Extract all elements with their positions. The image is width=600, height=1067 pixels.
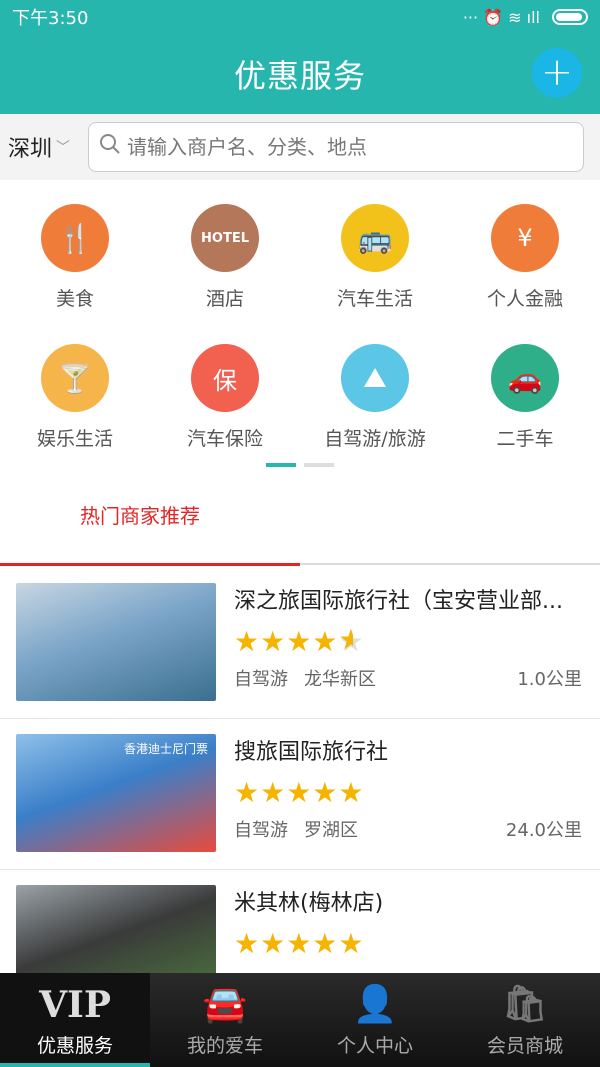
tab-hot-merchants[interactable]: 热门商家推荐: [80, 500, 200, 529]
shopping-bag-icon: 🛍: [502, 983, 548, 1025]
star-icon: ★★★★★: [234, 776, 365, 809]
tab-shopping-bag[interactable]: 🛍 会员商城: [450, 973, 600, 1067]
merchant-distance: 1.0公里: [517, 669, 582, 690]
section-underline: [0, 563, 600, 566]
search-icon: [99, 133, 121, 161]
category-item[interactable]: ⛰ 自驾游/旅游: [300, 330, 450, 454]
status-time: 下午3:50: [12, 8, 89, 29]
status-bar: 下午3:50 ··· ⏰ ≋ ıll: [0, 0, 600, 34]
search-row: 深圳 ﹀: [0, 114, 600, 180]
tab-car[interactable]: 🚘 我的爱车: [150, 973, 300, 1067]
merchant-category: 自驾游: [234, 669, 288, 690]
merchant-name: 深之旅国际旅行社（宝安营业部...: [234, 589, 563, 614]
category-item[interactable]: 🍴 美食: [0, 190, 150, 314]
tab-label: 优惠服务: [36, 1034, 113, 1057]
merchant-list: 深之旅国际旅行社（宝安营业部...★★★★★自驾游龙华新区1.0公里香港迪士尼门…: [0, 568, 600, 1021]
category-label: 娱乐生活: [36, 428, 113, 450]
star-rating: ★★★★★: [234, 778, 600, 808]
half-star-icon: ★: [338, 625, 364, 658]
merchant-row[interactable]: 香港迪士尼门票 搜旅国际旅行社 ★★★★★ 自驾游 罗湖区 24.0公里: [0, 719, 600, 870]
merchant-meta: 自驾游 龙华新区 1.0公里: [234, 665, 582, 691]
status-icons-text: ··· ⏰ ≋ ıll: [462, 7, 540, 27]
merchant-thumbnail: 香港迪士尼门票: [16, 734, 216, 852]
page-dot[interactable]: [304, 463, 334, 467]
category-label: 个人金融: [486, 288, 563, 310]
merchant-row[interactable]: 深之旅国际旅行社（宝安营业部... ★★★★★ 自驾游龙华新区 1.0公里: [0, 568, 600, 719]
fork-knife-icon: 🍴: [41, 204, 109, 272]
tab-label: 会员商城: [486, 1034, 563, 1057]
merchant-info: 深之旅国际旅行社（宝安营业部... ★★★★★ 自驾游龙华新区 1.0公里: [234, 583, 600, 703]
tab-vip[interactable]: VIP 优惠服务: [0, 973, 150, 1067]
active-tab-indicator: [0, 563, 300, 566]
tab-label: 个人中心: [336, 1034, 413, 1057]
tab-person[interactable]: 👤 个人中心: [300, 973, 450, 1067]
person-icon: 👤: [352, 983, 398, 1025]
category-item[interactable]: 🚗 二手车: [450, 330, 600, 454]
star-rating: ★★★★★: [234, 929, 600, 959]
category-item[interactable]: ¥ 个人金融: [450, 190, 600, 314]
chevron-down-icon: ﹀: [56, 140, 71, 156]
category-item[interactable]: 🍸 娱乐生活: [0, 330, 150, 454]
tab-label: 我的爱车: [186, 1034, 263, 1057]
bottom-tab-bar: VIP 优惠服务 🚘 我的爱车 👤 个人中心 🛍 会员商城: [0, 973, 600, 1067]
merchant-name: 搜旅国际旅行社: [234, 740, 389, 765]
page-dot-active[interactable]: [266, 463, 296, 467]
status-icons: ··· ⏰ ≋ ıll: [463, 8, 588, 27]
star-rating: ★★★★★: [234, 627, 600, 657]
car-icon: 🚘: [202, 983, 248, 1025]
category-label: 汽车生活: [336, 288, 413, 310]
merchant-district: 龙华新区: [304, 669, 376, 690]
city-label: 深圳: [8, 137, 53, 162]
merchant-meta: 自驾游 罗湖区 24.0公里: [234, 816, 582, 842]
thumbnail-caption: 香港迪士尼门票: [123, 742, 208, 756]
category-item[interactable]: 保汽车保险: [150, 330, 300, 454]
category-label: 美食: [55, 288, 94, 310]
merchant-district: 罗湖区: [304, 820, 358, 841]
insurance-icon: 保: [191, 344, 259, 412]
page-indicator: [266, 463, 334, 467]
coupon-yen-icon: ¥: [491, 204, 559, 272]
hotel-icon: HOTEL: [191, 204, 259, 272]
vip-icon: VIP: [39, 983, 111, 1026]
category-label: 酒店: [205, 288, 244, 310]
add-button[interactable]: +: [532, 48, 582, 98]
star-icon: ★★★★★: [234, 927, 365, 960]
merchant-name: 米其林(梅林店): [234, 891, 384, 916]
category-label: 自驾游/旅游: [324, 428, 426, 450]
cocktail-icon: 🍸: [41, 344, 109, 412]
map-icon: ⛰: [341, 344, 409, 412]
page-title: 优惠服务: [233, 57, 366, 95]
battery-icon: [552, 9, 588, 25]
category-item[interactable]: 🚌 汽车生活: [300, 190, 450, 314]
merchant-tags: 自驾游 龙华新区: [234, 665, 392, 691]
star-icon: ★★★★: [234, 625, 339, 658]
category-item[interactable]: HOTEL 酒店: [150, 190, 300, 314]
merchant-tags: 自驾游 罗湖区: [234, 816, 374, 842]
category-label: 汽车保险: [186, 428, 263, 450]
search-input[interactable]: [127, 135, 573, 159]
used-car-icon: 🚗: [491, 344, 559, 412]
category-grid: 🍴 美食 HOTEL 酒店 🚌 汽车生活 ¥ 个人金融 🍸 娱乐生活 保汽车保险 ⛰ 自驾游/旅游 🚗 二手…: [0, 190, 600, 454]
category-label: 二手车: [496, 428, 554, 450]
merchant-distance: 24.0公里: [505, 820, 582, 841]
merchant-info: 搜旅国际旅行社 ★★★★★ 自驾游 罗湖区 24.0公里: [234, 734, 600, 854]
city-selector[interactable]: 深圳 ﹀: [8, 131, 88, 163]
merchant-category: 自驾游: [234, 820, 288, 841]
app-header: 优惠服务 +: [0, 34, 600, 114]
merchant-thumbnail: [16, 583, 216, 701]
search-box[interactable]: [88, 122, 584, 172]
bus-icon: 🚌: [341, 204, 409, 272]
